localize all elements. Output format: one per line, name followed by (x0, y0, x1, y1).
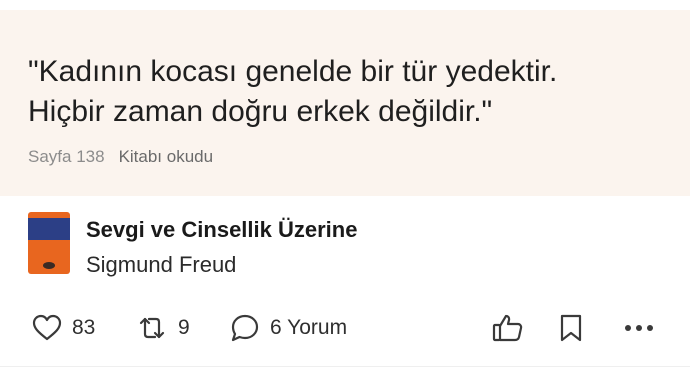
quote-meta: Sayfa 138 Kitabı okudu (28, 147, 213, 167)
book-row[interactable]: Sevgi ve Cinsellik Üzerine Sigmund Freud (28, 212, 668, 278)
like-count: 83 (72, 316, 96, 339)
more-options-button[interactable] (624, 308, 654, 348)
comment-count: 6 Yorum (270, 316, 348, 339)
repost-button[interactable]: 9 (136, 308, 190, 348)
thumbs-up-icon (492, 314, 523, 342)
cover-publisher-logo (43, 262, 55, 269)
book-author[interactable]: Sigmund Freud (86, 249, 357, 281)
thumbs-up-button[interactable] (492, 308, 524, 348)
repost-count: 9 (178, 316, 190, 339)
bottom-divider (0, 366, 690, 367)
like-button[interactable]: 83 (32, 308, 95, 348)
more-dots-icon (625, 325, 653, 331)
quote-text: "Kadının kocası genelde bir tür yedektir… (28, 55, 558, 128)
page-number: Sayfa 138 (28, 147, 105, 166)
comment-button[interactable]: 6 Yorum (230, 308, 347, 348)
book-title[interactable]: Sevgi ve Cinsellik Üzerine (86, 215, 357, 245)
action-bar: 83 9 6 Yorum (28, 308, 662, 348)
book-cover-image[interactable] (28, 212, 70, 274)
heart-icon (32, 314, 62, 341)
read-status: Kitabı okudu (118, 147, 214, 166)
comment-icon (231, 314, 259, 342)
save-button[interactable] (558, 308, 584, 348)
repost-icon (139, 317, 165, 339)
bookmark-icon (560, 314, 582, 342)
cover-band (28, 218, 70, 240)
quote-card[interactable]: "Kadının kocası genelde bir tür yedektir… (0, 10, 690, 196)
book-info: Sevgi ve Cinsellik Üzerine Sigmund Freud (86, 212, 357, 281)
